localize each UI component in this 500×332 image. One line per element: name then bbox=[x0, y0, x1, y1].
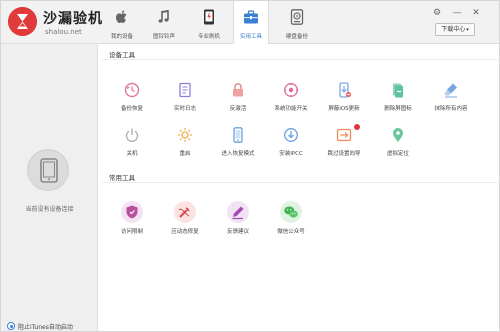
tool-power[interactable]: 关机 bbox=[107, 127, 157, 163]
recovery-mode-icon bbox=[233, 127, 243, 143]
tool-wechat[interactable]: 微信公众号 bbox=[266, 201, 316, 240]
tool-skip-setup[interactable]: 跳过设置向导 bbox=[319, 124, 369, 163]
tools-panel: 设备工具 备份恢复 实时日志 反激活 系统功能开关 屏蔽iOS更新 删除屏图标 … bbox=[99, 44, 499, 331]
tool-label: 抹除所有内容 bbox=[434, 106, 468, 112]
sidebar: 当前没有设备连接 阻止iTunes自动启动 bbox=[1, 44, 98, 331]
tool-access-restrict[interactable]: 访问限制 bbox=[107, 201, 157, 240]
toolbox-icon bbox=[244, 10, 258, 24]
erase-all-icon bbox=[444, 83, 457, 98]
notification-dot bbox=[354, 124, 360, 130]
minimize-button[interactable]: — bbox=[451, 7, 463, 19]
tool-label: 进入恢复模式 bbox=[221, 151, 255, 157]
hourglass-logo-icon bbox=[8, 7, 37, 36]
music-note-icon bbox=[158, 10, 169, 23]
flash-device-icon bbox=[204, 9, 214, 25]
tool-label: 重启 bbox=[179, 151, 191, 157]
tab-label: 硬盘备份 bbox=[285, 34, 308, 40]
block-itunes-label: 阻止iTunes自动启动 bbox=[18, 324, 73, 331]
brand-name: 沙漏验机 bbox=[43, 11, 103, 27]
tab-label: 实用工具 bbox=[239, 34, 262, 40]
tool-system-switch[interactable]: 系统功能开关 bbox=[266, 82, 316, 118]
tool-restart[interactable]: 重启 bbox=[160, 127, 210, 163]
device-placeholder bbox=[27, 149, 69, 191]
block-ios-update-icon bbox=[339, 82, 352, 98]
tab-ringtones[interactable]: 图铃铃声 bbox=[146, 1, 182, 44]
tool-feedback[interactable]: 反馈建议 bbox=[213, 201, 263, 240]
tool-label: 反激活 bbox=[229, 106, 247, 112]
delete-icon-icon bbox=[393, 83, 403, 98]
virtual-location-icon bbox=[393, 128, 403, 142]
apple-icon bbox=[115, 10, 127, 24]
download-center-label: 下载中心 bbox=[441, 26, 466, 33]
divider bbox=[101, 182, 499, 183]
install-ipcc-icon bbox=[284, 128, 298, 142]
tool-label: 删除屏图标 bbox=[384, 106, 412, 112]
tool-recovery-mode[interactable]: 进入恢复模式 bbox=[213, 127, 263, 163]
tool-label: 跳过设置向导 bbox=[327, 151, 361, 157]
wechat-icon bbox=[284, 206, 298, 218]
tool-erase-all[interactable]: 抹除所有内容 bbox=[426, 82, 476, 118]
repair-icon bbox=[178, 207, 190, 218]
no-device-text: 当前没有设备连接 bbox=[25, 206, 74, 213]
tool-deactivate[interactable]: 反激活 bbox=[213, 82, 263, 118]
access-restrict-icon bbox=[126, 205, 138, 219]
tool-label: 安装IPCC bbox=[279, 151, 303, 157]
tool-label: 应动态修复 bbox=[171, 229, 199, 235]
tool-label: 访问限制 bbox=[120, 229, 143, 235]
brand-domain: shalou.net bbox=[45, 28, 82, 36]
tab-flash[interactable]: 专业刷机 bbox=[191, 1, 227, 44]
divider bbox=[101, 59, 499, 60]
tab-tools[interactable]: 实用工具 bbox=[233, 1, 269, 45]
skip-setup-icon bbox=[336, 128, 352, 142]
tool-repair[interactable]: 应动态修复 bbox=[160, 201, 210, 240]
close-button[interactable]: ✕ bbox=[470, 7, 482, 19]
system-switch-icon bbox=[284, 83, 298, 97]
tool-delete-icon[interactable]: 删除屏图标 bbox=[373, 82, 423, 118]
download-center-button[interactable]: 下载中心▾ bbox=[435, 23, 475, 36]
phone-icon bbox=[40, 158, 58, 183]
backup-icon bbox=[290, 9, 304, 25]
tool-label: 实时日志 bbox=[173, 106, 196, 112]
chevron-down-icon: ▾ bbox=[466, 27, 469, 33]
deactivate-icon bbox=[233, 83, 243, 97]
title-bar: 沙漏验机 shalou.net 我的设备 图铃铃声 专业刷机 实用工具 硬盘备份… bbox=[1, 1, 499, 45]
tool-label: 备份恢复 bbox=[120, 106, 143, 112]
tab-my-device[interactable]: 我的设备 bbox=[104, 1, 140, 44]
tool-label: 关机 bbox=[126, 151, 138, 157]
common-tools-title: 常用工具 bbox=[109, 174, 135, 182]
restart-icon bbox=[178, 128, 192, 142]
tool-label: 反馈建议 bbox=[226, 229, 249, 235]
tool-label: 微信公众号 bbox=[277, 229, 305, 235]
tool-virtual-location[interactable]: 虚拟定位 bbox=[373, 127, 423, 163]
tool-block-ios-update[interactable]: 屏蔽iOS更新 bbox=[319, 82, 369, 118]
tool-backup-restore[interactable]: 备份恢复 bbox=[107, 82, 157, 118]
backup-restore-icon bbox=[124, 82, 140, 98]
tool-realtime-log[interactable]: 实时日志 bbox=[160, 82, 210, 118]
tool-install-ipcc[interactable]: 安装IPCC bbox=[266, 127, 316, 163]
app-window: 沙漏验机 shalou.net 我的设备 图铃铃声 专业刷机 实用工具 硬盘备份… bbox=[0, 0, 500, 332]
device-tools-title: 设备工具 bbox=[109, 51, 135, 59]
feedback-icon bbox=[232, 206, 244, 220]
tool-label: 虚拟定位 bbox=[386, 151, 409, 157]
settings-gear-icon[interactable]: ⚙ bbox=[431, 7, 443, 19]
tool-label: 系统功能开关 bbox=[274, 106, 308, 112]
tool-label: 屏蔽iOS更新 bbox=[328, 106, 360, 112]
power-icon bbox=[125, 128, 139, 142]
tab-backup[interactable]: 硬盘备份 bbox=[279, 1, 315, 44]
block-itunes-radio[interactable] bbox=[7, 322, 15, 330]
realtime-log-icon bbox=[179, 82, 191, 98]
